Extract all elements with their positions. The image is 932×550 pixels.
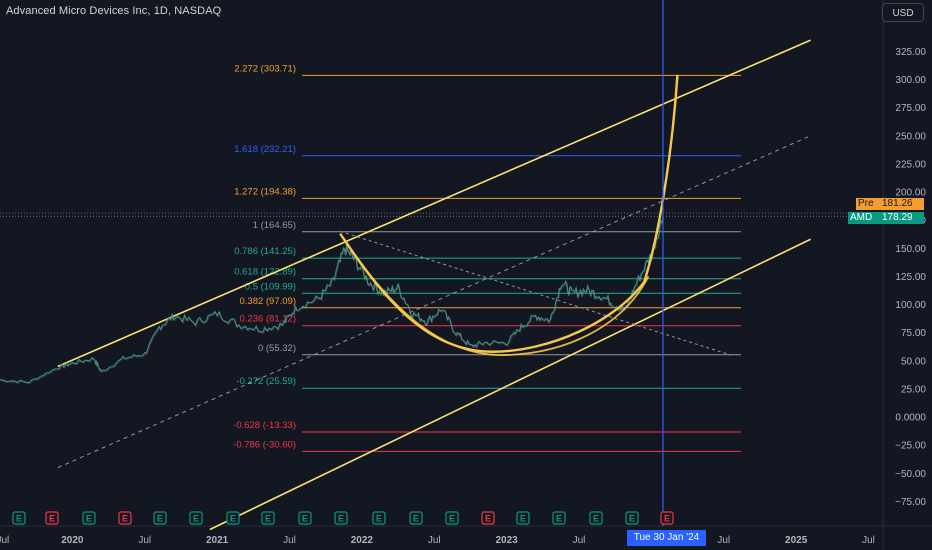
fib-level-label: 1 (164.65) <box>253 220 296 231</box>
price-tick-label: 325.00 <box>895 47 926 58</box>
channel-mid-line <box>57 135 811 469</box>
symbol-price-label: AMD <box>848 212 880 224</box>
price-tick-label: 75.00 <box>901 328 926 339</box>
earnings-marker-label: E <box>449 514 455 524</box>
price-tick-label: −25.00 <box>895 441 926 452</box>
time-axis-label: Jul <box>428 535 441 546</box>
price-tick-label: 100.00 <box>895 300 926 311</box>
earnings-marker-label: E <box>302 514 308 524</box>
price-tick-label: 150.00 <box>895 244 926 255</box>
price-tick-label: 125.00 <box>895 272 926 283</box>
price-tick-label: 200.00 <box>895 188 926 199</box>
earnings-marker-label: E <box>193 514 199 524</box>
earnings-marker-label: E <box>520 514 526 524</box>
fib-level-label: 0 (55.32) <box>258 343 296 354</box>
fib-level-label: -0.786 (-30.60) <box>233 439 296 450</box>
price-tick-label: 225.00 <box>895 159 926 170</box>
earnings-marker-label: E <box>49 514 55 524</box>
fib-level-label: 0.786 (141.25) <box>234 246 296 257</box>
price-tick-label: 250.00 <box>895 131 926 142</box>
price-chart[interactable]: 325.00300.00275.00250.00225.00200.00175.… <box>0 0 932 550</box>
time-axis-label: Jul <box>138 535 151 546</box>
earnings-marker-label: E <box>664 514 670 524</box>
currency-button[interactable]: USD <box>882 3 924 22</box>
time-axis-label: 2020 <box>61 535 84 546</box>
chart-title: Advanced Micro Devices Inc, 1D, NASDAQ <box>6 5 222 17</box>
pre-market-price: 181.26 <box>880 198 924 210</box>
earnings-marker-label: E <box>413 514 419 524</box>
earnings-marker-label: E <box>86 514 92 524</box>
earnings-marker-label: E <box>16 514 22 524</box>
time-axis-label: Jul <box>0 535 9 546</box>
time-axis-label: 2023 <box>496 535 519 546</box>
fib-level-label: 2.272 (303.71) <box>234 63 296 74</box>
earnings-marker-label: E <box>157 514 163 524</box>
fib-level-label: -0.628 (-13.33) <box>233 420 296 431</box>
earnings-marker-label: E <box>265 514 271 524</box>
price-tick-label: 0.0000 <box>895 413 926 424</box>
fib-level-label: -0.272 (25.59) <box>236 376 296 387</box>
price-tick-label: 50.00 <box>901 356 926 367</box>
earnings-marker-label: E <box>230 514 236 524</box>
price-tick-label: 300.00 <box>895 75 926 86</box>
earnings-marker-label: E <box>556 514 562 524</box>
fib-level-label: 0.382 (97.09) <box>239 296 296 307</box>
earnings-marker-label: E <box>629 514 635 524</box>
channel-lower-line <box>209 238 811 531</box>
earnings-marker-label: E <box>122 514 128 524</box>
price-tick-label: −75.00 <box>895 497 926 508</box>
time-axis-label: Jul <box>862 535 875 546</box>
pre-market-label: Pre <box>856 198 880 210</box>
earnings-marker-label: E <box>376 514 382 524</box>
price-tick-label: 275.00 <box>895 103 926 114</box>
time-axis-label: 2021 <box>206 535 229 546</box>
earnings-marker-label: E <box>593 514 599 524</box>
time-axis-label: Jul <box>717 535 730 546</box>
earnings-marker-label: E <box>485 514 491 524</box>
fib-level-label: 1.272 (194.38) <box>234 186 296 197</box>
price-tick-label: −50.00 <box>895 469 926 480</box>
fib-level-label: 1.618 (232.21) <box>234 144 296 155</box>
crosshair-date-label: Tue 30 Jan '24 <box>627 530 706 546</box>
time-axis-label: 2025 <box>785 535 808 546</box>
time-axis-label: Jul <box>573 535 586 546</box>
earnings-marker-label: E <box>338 514 344 524</box>
fib-level-label: 0.236 (81.12) <box>239 314 296 325</box>
time-axis-label: 2022 <box>351 535 374 546</box>
last-price: 178.29 <box>880 212 924 224</box>
price-tick-label: 25.00 <box>901 384 926 395</box>
time-axis-label: Jul <box>283 535 296 546</box>
